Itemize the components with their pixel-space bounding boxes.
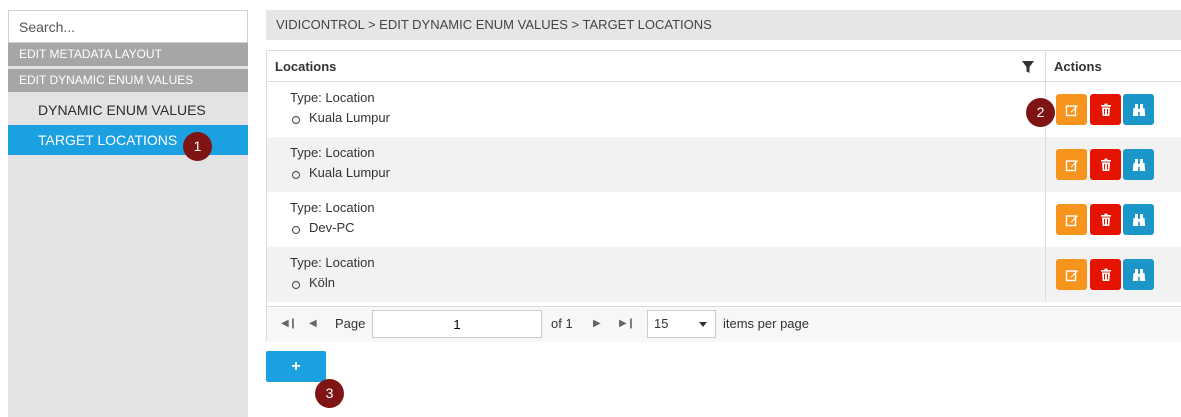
- actions-cell: [1045, 247, 1181, 302]
- row-type: Type: Location: [290, 200, 375, 215]
- edit-icon: [1065, 104, 1078, 116]
- column-header-locations[interactable]: Locations: [275, 51, 336, 82]
- view-button[interactable]: [1123, 259, 1154, 290]
- delete-icon: [1100, 268, 1111, 281]
- edit-icon: [1065, 269, 1078, 281]
- sidebar-item-dynamic-enum-values[interactable]: DYNAMIC ENUM VALUES: [8, 95, 248, 125]
- table-row: Type: Location Dev-PC: [267, 192, 1181, 247]
- edit-button[interactable]: [1056, 94, 1087, 125]
- delete-button[interactable]: [1090, 94, 1121, 125]
- actions-cell: [1045, 137, 1181, 192]
- first-page-icon[interactable]: ◀❙: [281, 307, 297, 341]
- next-page-icon[interactable]: ▶: [593, 307, 601, 341]
- row-value: Köln: [291, 275, 335, 290]
- prev-page-icon[interactable]: ◀: [309, 307, 317, 341]
- edit-icon: [1065, 159, 1078, 171]
- delete-button[interactable]: [1090, 149, 1121, 180]
- step-marker-3: 3: [315, 379, 344, 408]
- edit-icon: [1065, 214, 1078, 226]
- sidebar: EDIT METADATA LAYOUT EDIT DYNAMIC ENUM V…: [8, 10, 248, 417]
- edit-button[interactable]: [1056, 149, 1087, 180]
- actions-cell: [1045, 192, 1181, 247]
- sidebar-item-target-locations[interactable]: TARGET LOCATIONS: [8, 125, 248, 155]
- search-input[interactable]: [8, 10, 248, 43]
- row-type: Type: Location: [290, 145, 375, 160]
- binoculars-icon: [1132, 268, 1145, 281]
- table-row: Type: Location Köln: [267, 247, 1181, 302]
- delete-button[interactable]: [1090, 204, 1121, 235]
- view-button[interactable]: [1123, 149, 1154, 180]
- locations-grid: Locations Actions Type: Location Kuala L…: [266, 50, 1181, 342]
- filter-icon[interactable]: [1020, 59, 1036, 75]
- binoculars-icon: [1132, 158, 1145, 171]
- items-per-page-label: items per page: [723, 316, 809, 331]
- delete-icon: [1100, 213, 1111, 226]
- grid-header: Locations Actions: [267, 51, 1181, 82]
- edit-button[interactable]: [1056, 204, 1087, 235]
- items-per-page-select[interactable]: 15: [647, 310, 716, 338]
- view-button[interactable]: [1123, 94, 1154, 125]
- binoculars-icon: [1132, 103, 1145, 116]
- page-count: of 1: [551, 316, 573, 331]
- delete-icon: [1100, 158, 1111, 171]
- view-button[interactable]: [1123, 204, 1154, 235]
- row-type: Type: Location: [290, 90, 375, 105]
- group-header-edit-dynamic-enum-values[interactable]: EDIT DYNAMIC ENUM VALUES: [8, 69, 248, 92]
- column-header-actions: Actions: [1045, 51, 1181, 82]
- delete-button[interactable]: [1090, 259, 1121, 290]
- main-content: VIDICONTROL > EDIT DYNAMIC ENUM VALUES >…: [256, 0, 1181, 417]
- step-marker-2: 2: [1026, 98, 1055, 127]
- step-marker-1: 1: [183, 132, 212, 161]
- actions-cell: [1045, 82, 1181, 137]
- last-page-icon[interactable]: ▶❙: [619, 307, 635, 341]
- table-row: Type: Location Kuala Lumpur: [267, 137, 1181, 192]
- breadcrumb: VIDICONTROL > EDIT DYNAMIC ENUM VALUES >…: [266, 10, 1181, 40]
- pager: ◀❙ ◀ Page of 1 ▶ ▶❙ 15 items per page: [267, 306, 1181, 342]
- row-type: Type: Location: [290, 255, 375, 270]
- page-input[interactable]: [372, 310, 542, 338]
- add-button[interactable]: +: [266, 351, 326, 382]
- binoculars-icon: [1132, 213, 1145, 226]
- items-per-page-value: 15: [654, 316, 669, 331]
- chevron-down-icon: [699, 322, 707, 327]
- row-value: Kuala Lumpur: [292, 165, 390, 180]
- row-value: Dev-PC: [292, 220, 355, 235]
- delete-icon: [1100, 103, 1111, 116]
- edit-button[interactable]: [1056, 259, 1087, 290]
- page-label: Page: [335, 316, 366, 331]
- row-value: Kuala Lumpur: [292, 110, 390, 125]
- group-header-edit-metadata-layout[interactable]: EDIT METADATA LAYOUT: [8, 43, 248, 66]
